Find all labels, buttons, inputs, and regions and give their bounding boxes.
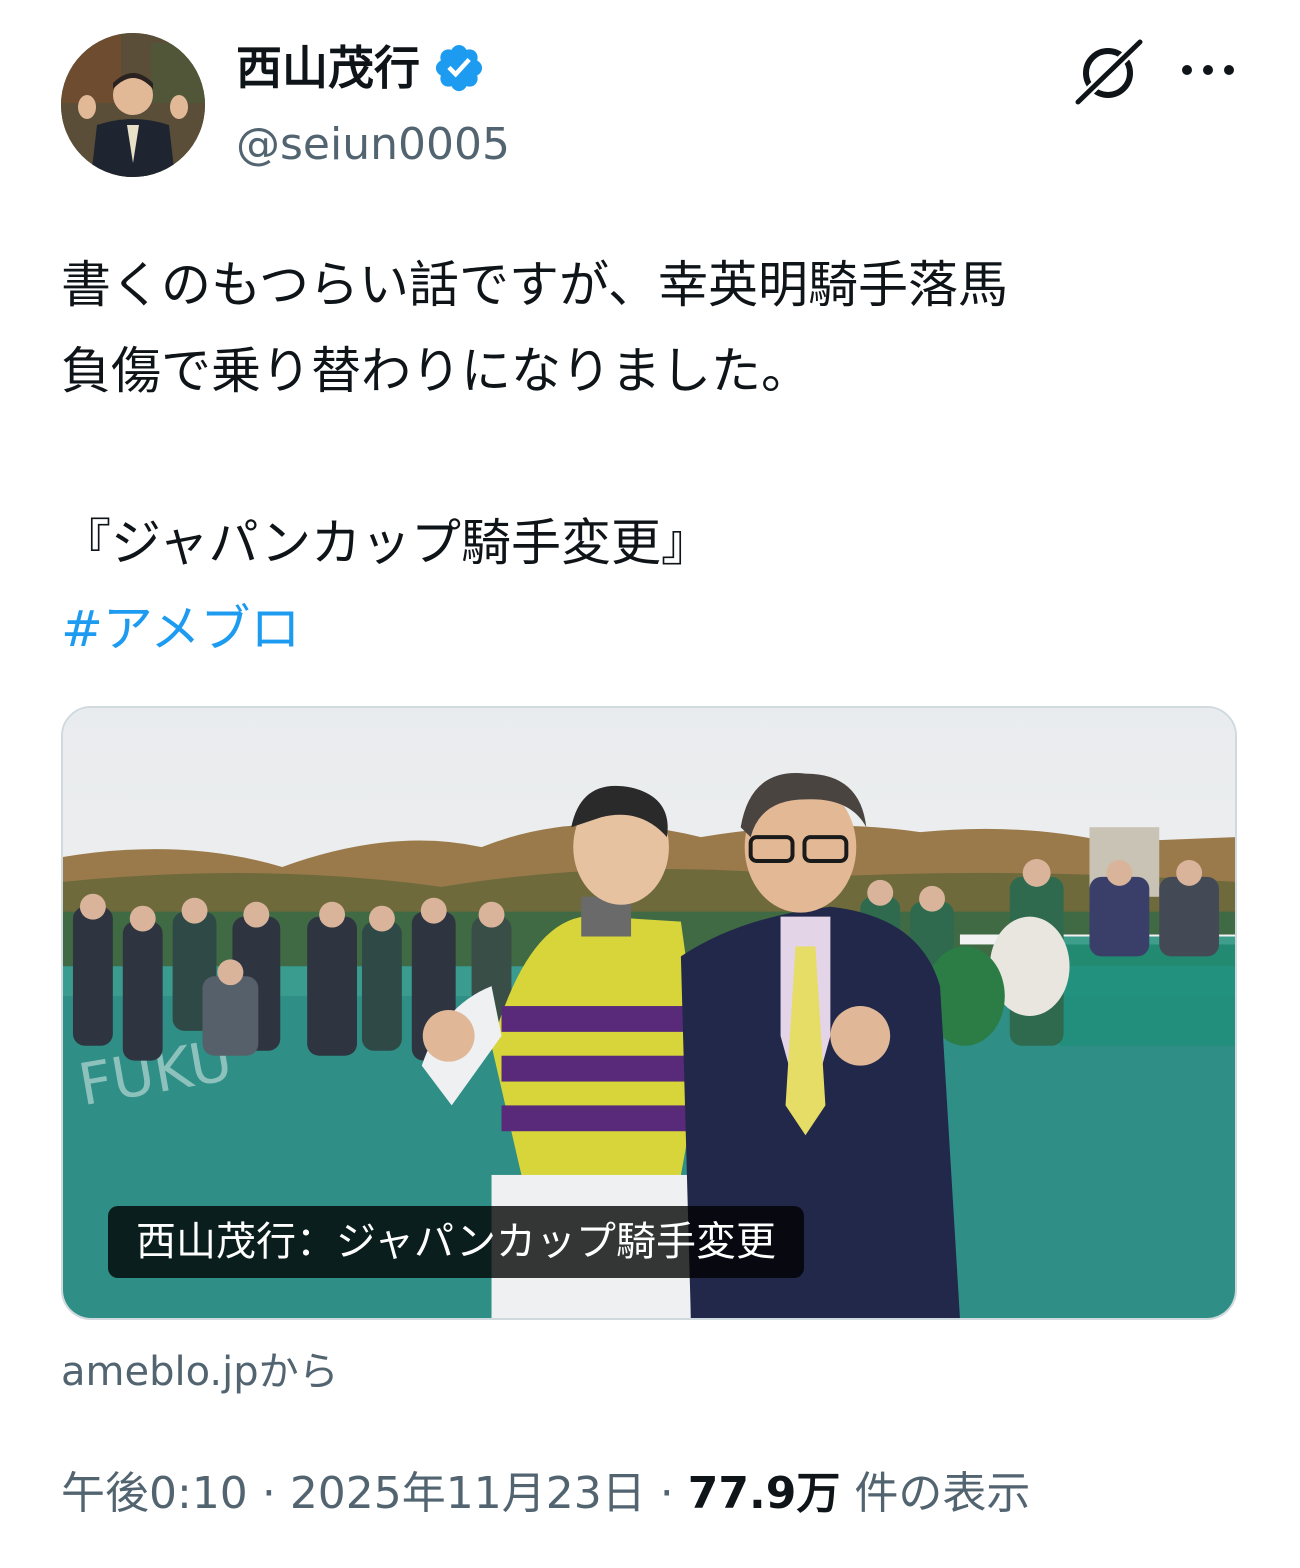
views-label: 件の表示 [854, 1468, 1031, 1519]
author-display-name[interactable]: 西山茂行 [236, 38, 420, 98]
tweet-text-line: 『ジャパンカップ騎手変更』 [61, 514, 711, 572]
card-source[interactable]: ameblo.jpから [61, 1344, 339, 1400]
meta-separator: · [261, 1468, 276, 1519]
link-card[interactable]: FUKU 西山茂行：ジャパンカップ騎手変更 [61, 706, 1237, 1320]
tweet-text: 書くのもつらい話ですが、幸英明騎手落馬 負傷で乗り替わりになりました。 『ジャパ… [61, 242, 1251, 672]
avatar-photo [61, 33, 205, 177]
tweet-timestamp-date[interactable]: 2025年11月23日 [290, 1468, 646, 1519]
views-count[interactable]: 77.9万 [688, 1468, 841, 1519]
author-handle[interactable]: @seiun0005 [236, 115, 510, 175]
more-icon[interactable] [1178, 52, 1238, 88]
meta-separator: · [659, 1468, 674, 1519]
card-caption: 西山茂行：ジャパンカップ騎手変更 [108, 1206, 804, 1278]
tweet-text-line: 負傷で乗り替わりになりました。 [61, 342, 811, 400]
tweet-meta: 午後0:10 · 2025年11月23日 · 77.9万 件の表示 [61, 1462, 1030, 1526]
tweet-timestamp-time[interactable]: 午後0:10 [61, 1468, 248, 1519]
author-name-row[interactable]: 西山茂行 [236, 38, 486, 98]
verified-badge-icon [435, 44, 483, 92]
grok-icon[interactable] [1074, 38, 1144, 106]
tweet-text-line [61, 414, 1251, 500]
tweet-text-line: 書くのもつらい話ですが、幸英明騎手落馬 [61, 256, 1008, 314]
author-avatar[interactable] [61, 33, 205, 177]
hashtag-link[interactable]: #アメブロ [61, 586, 1251, 672]
